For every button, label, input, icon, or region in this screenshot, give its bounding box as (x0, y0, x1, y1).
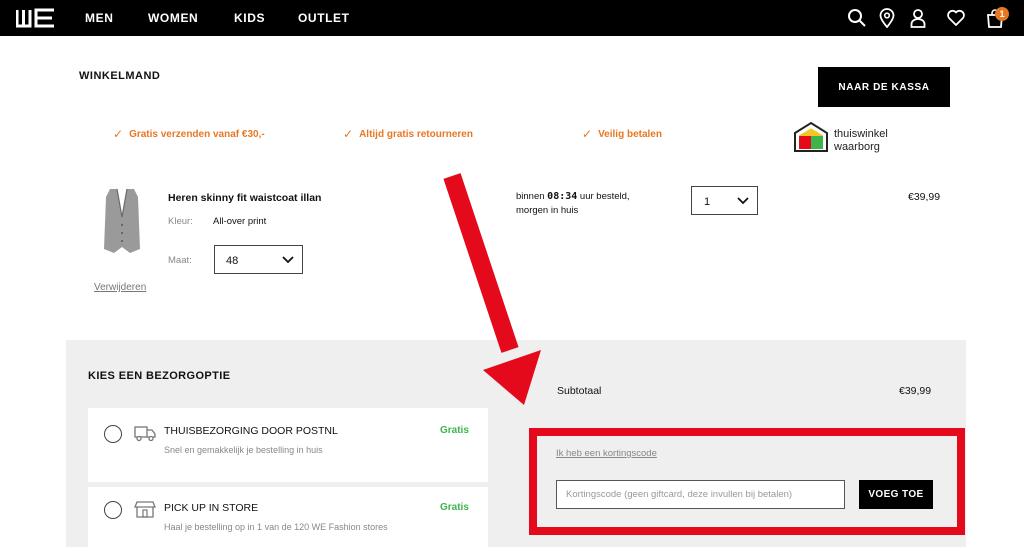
heart-icon[interactable] (946, 8, 966, 28)
delivery-post: uur besteld, (579, 191, 630, 202)
color-label: Kleur: (168, 216, 193, 227)
usp-free-returns: ✓ Altijd gratis retourneren (343, 127, 473, 141)
delivery-countdown: 08:34 (547, 191, 578, 202)
size-label: Maat: (168, 255, 192, 266)
size-select[interactable]: 48 (214, 245, 303, 274)
store-icon (134, 501, 156, 518)
usp-label: Gratis verzenden vanaf €30,- (129, 128, 265, 140)
subtotal-label: Subtotaal (557, 385, 602, 397)
checkout-button[interactable]: NAAR DE KASSA (818, 67, 950, 107)
remove-link[interactable]: Verwijderen (94, 282, 146, 293)
apply-discount-button[interactable]: VOEG TOE (859, 480, 933, 509)
subtotal-value: €39,99 (899, 385, 932, 397)
quantity-select[interactable]: 1 (691, 186, 758, 215)
trust-badge-line1: thuiswinkel (834, 128, 888, 140)
search-icon[interactable] (847, 8, 867, 28)
nav-outlet[interactable]: OUTLET (298, 11, 350, 25)
chevron-down-icon (282, 256, 294, 264)
option-title: PICK UP IN STORE (164, 502, 259, 514)
usp-label: Altijd gratis retourneren (359, 128, 473, 140)
color-value: All-over print (213, 216, 267, 227)
nav-kids[interactable]: KIDS (234, 11, 265, 25)
top-nav: MEN WOMEN KIDS OUTLET 1 (0, 0, 1024, 36)
check-icon: ✓ (582, 127, 593, 141)
product-name[interactable]: Heren skinny fit waistcoat illan (168, 192, 321, 204)
delivery-option-store-pickup[interactable]: PICK UP IN STORE Haal je bestelling op i… (88, 487, 488, 547)
usp-label: Veilig betalen (598, 128, 662, 140)
nav-men[interactable]: MEN (85, 11, 113, 25)
product-price: €39,99 (908, 191, 941, 203)
page-title: WINKELMAND (79, 70, 161, 82)
option-price: Gratis (440, 502, 469, 513)
truck-icon (134, 426, 156, 442)
delivery-options-title: KIES EEN BEZORGOPTIE (88, 370, 231, 382)
option-subtitle: Haal je bestelling op in 1 van de 120 WE… (164, 522, 388, 532)
nav-women[interactable]: WOMEN (148, 11, 198, 25)
location-icon[interactable] (877, 8, 897, 28)
check-icon: ✓ (343, 127, 354, 141)
radio-button[interactable] (104, 425, 122, 443)
thuiswinkel-logo[interactable] (793, 121, 829, 153)
size-value: 48 (226, 255, 239, 267)
trust-badge-line2: waarborg (834, 141, 880, 153)
check-icon: ✓ (113, 127, 124, 141)
we-logo[interactable] (16, 8, 56, 28)
discount-code-link[interactable]: Ik heb een kortingscode (556, 448, 657, 459)
discount-code-input[interactable] (556, 480, 845, 509)
delivery-pre: binnen (516, 191, 545, 202)
product-image[interactable] (100, 187, 144, 255)
delivery-line2: morgen in huis (516, 205, 579, 216)
delivery-time: binnen 08:34 uur besteld, morgen in huis (516, 190, 630, 218)
account-icon[interactable] (908, 8, 928, 28)
option-title: THUISBEZORGING DOOR POSTNL (164, 425, 338, 437)
usp-free-shipping: ✓ Gratis verzenden vanaf €30,- (113, 127, 265, 141)
usp-secure-payment: ✓ Veilig betalen (582, 127, 662, 141)
delivery-option-postnl[interactable]: THUISBEZORGING DOOR POSTNL Snel en gemak… (88, 408, 488, 482)
quantity-value: 1 (704, 196, 711, 208)
option-subtitle: Snel en gemakkelijk je bestelling in hui… (164, 445, 323, 455)
cart-count-badge: 1 (995, 7, 1009, 21)
option-price: Gratis (440, 425, 469, 436)
chevron-down-icon (737, 197, 749, 205)
radio-button[interactable] (104, 501, 122, 519)
